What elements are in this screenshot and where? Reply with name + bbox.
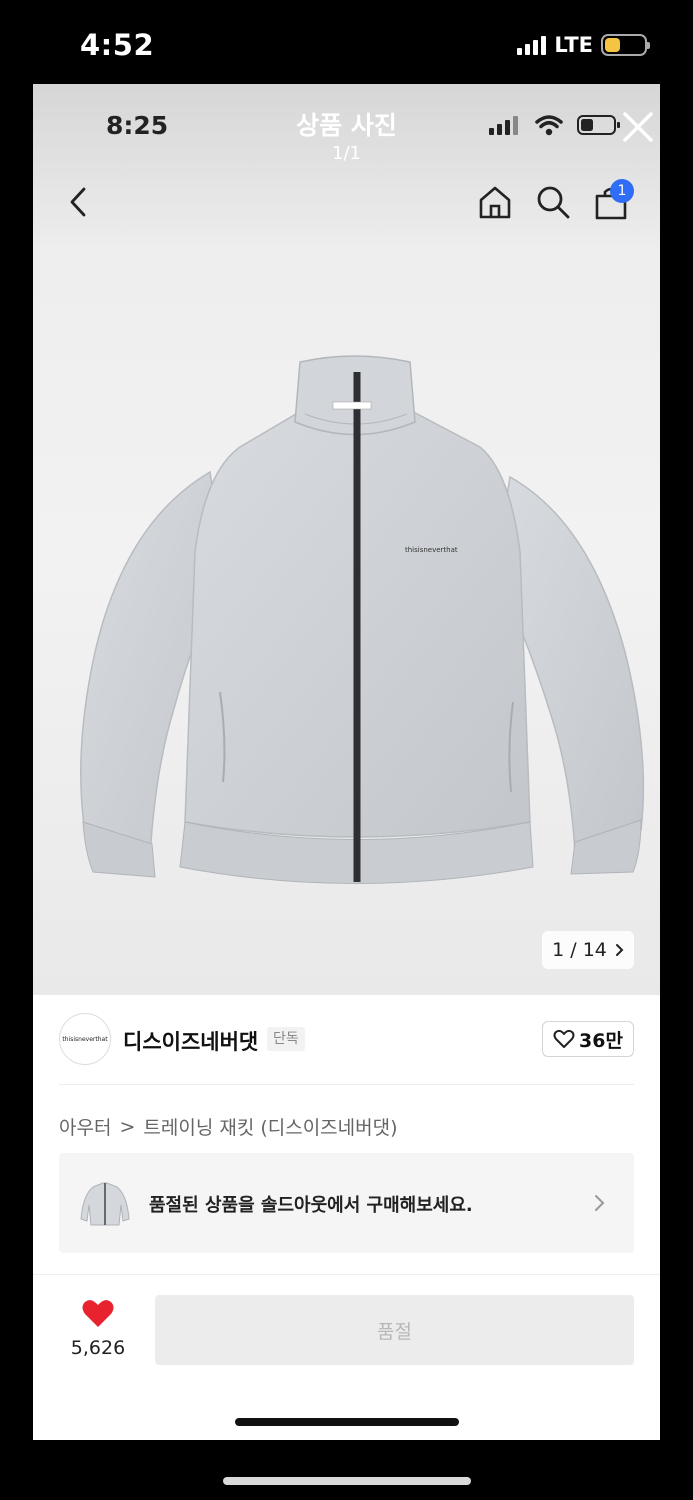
track-jacket-image: thisisneverthat [80,355,645,884]
home-indicator [235,1418,459,1426]
battery-icon [601,34,650,56]
inner-status-icons [489,114,621,136]
soldout-button: 품절 [155,1295,634,1365]
outer-clock: 4:52 [80,28,155,62]
brand-like-button[interactable]: 36만 [542,1021,634,1057]
photo-page-indicator[interactable]: 1 / 14 [542,931,634,969]
close-icon[interactable] [621,110,655,144]
app-screenshot: 8:25 상품 사진 1/1 1 thisisneverthat 1 / 14 … [33,84,660,1440]
home-icon[interactable] [477,184,513,220]
search-icon[interactable] [535,184,571,220]
breadcrumb-product[interactable]: 트레이닝 재킷 (디스이즈네버댓) [143,1113,397,1140]
viewer-counter: 1/1 [332,143,361,164]
banner-text: 품절된 상품을 솔드아웃에서 구매해보세요. [149,1195,473,1216]
brand-like-count: 36만 [579,1029,623,1052]
divider [59,1084,634,1085]
jacket-thumbnail [80,1182,130,1226]
home-indicator[interactable] [223,1477,471,1485]
cellular-signal-icon [489,116,518,135]
brand-row: thisisneverthat 디스이즈네버댓 단독 36만 [33,995,660,1086]
soldout-market-banner[interactable]: 품절된 상품을 솔드아웃에서 구매해보세요. [59,1153,634,1253]
jacket-logo-text: thisisneverthat [405,546,458,554]
outer-status-icons: LTE [517,33,650,57]
cellular-signal-icon [517,35,547,55]
breadcrumb-category[interactable]: 아우터 [59,1113,111,1140]
network-type: LTE [554,33,593,57]
exclusive-badge: 단독 [267,1027,305,1051]
heart-filled-icon[interactable] [81,1299,115,1329]
battery-icon [577,115,620,135]
outer-status-bar: 4:52 LTE [0,0,693,84]
breadcrumb: 아우터 > 트레이닝 재킷 (디스이즈네버댓) [59,1113,398,1140]
brand-logo[interactable]: thisisneverthat [59,1013,111,1065]
photo-page-text: 1 / 14 [552,939,607,961]
divider [33,1274,660,1275]
chevron-right-icon [595,1195,605,1211]
back-arrow-icon[interactable] [63,184,93,220]
like-count: 5,626 [70,1337,126,1359]
breadcrumb-separator: > [119,1115,136,1138]
heart-outline-icon [553,1029,575,1048]
wifi-icon [535,115,563,136]
brand-name[interactable]: 디스이즈네버댓 [123,1026,258,1056]
chevron-right-icon [615,944,624,956]
cart-count-badge: 1 [610,179,634,203]
product-photo-viewer[interactable]: 8:25 상품 사진 1/1 1 thisisneverthat 1 / 14 [33,84,660,995]
